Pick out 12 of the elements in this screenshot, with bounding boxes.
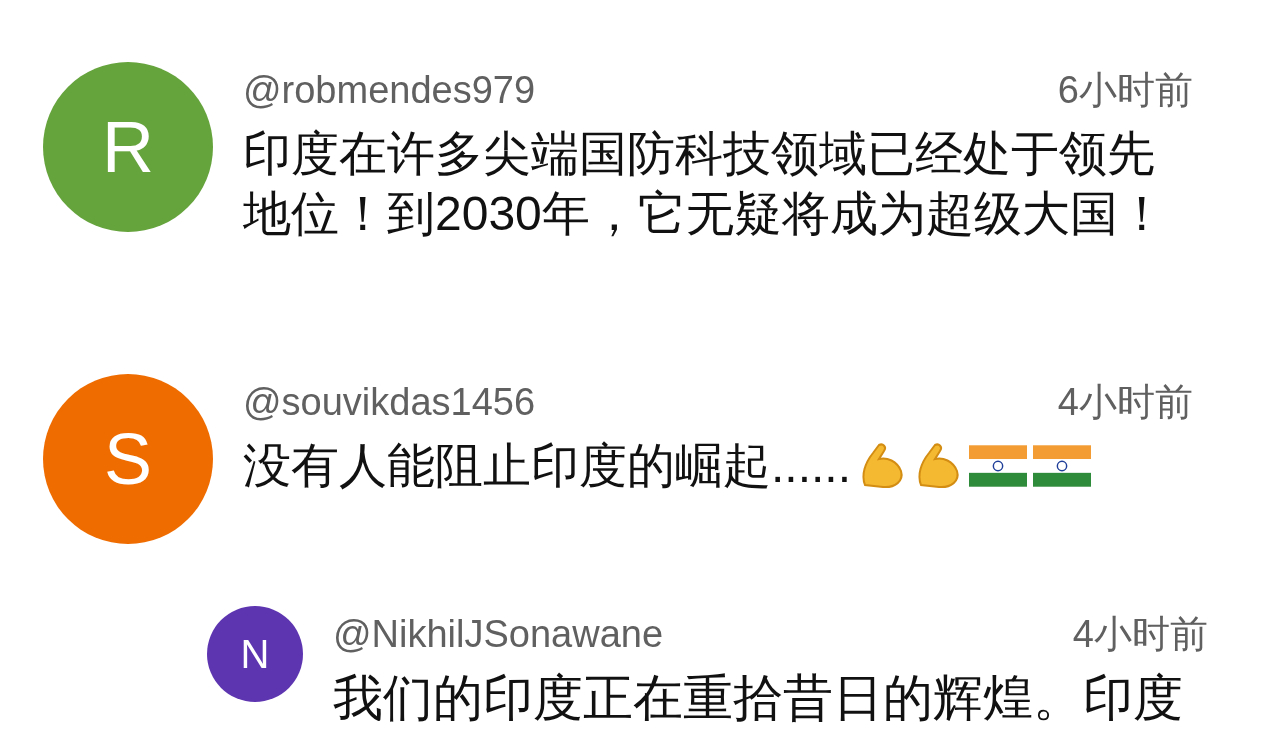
username[interactable]: @robmendes979 (243, 68, 536, 112)
flag-icon (1033, 445, 1091, 487)
reply-text: 我们的印度正在重拾昔日的辉煌。印度 (333, 669, 1184, 728)
timestamp: 6小时前 (1057, 67, 1193, 113)
username[interactable]: @souvikdas1456 (243, 380, 536, 424)
comment-text: 没有人能阻止印度的崛起...... (243, 438, 851, 494)
comment-text: 印度在许多尖端国防科技领域已经处于领先地位！到2030年，它无疑将成为超级大国！ (243, 126, 1167, 242)
timestamp: 4小时前 (1072, 611, 1208, 657)
flag-icon (969, 445, 1027, 487)
timestamp: 4小时前 (1057, 379, 1193, 425)
avatar[interactable]: N (207, 606, 303, 702)
username[interactable]: @NikhilJSonawane (333, 612, 664, 656)
